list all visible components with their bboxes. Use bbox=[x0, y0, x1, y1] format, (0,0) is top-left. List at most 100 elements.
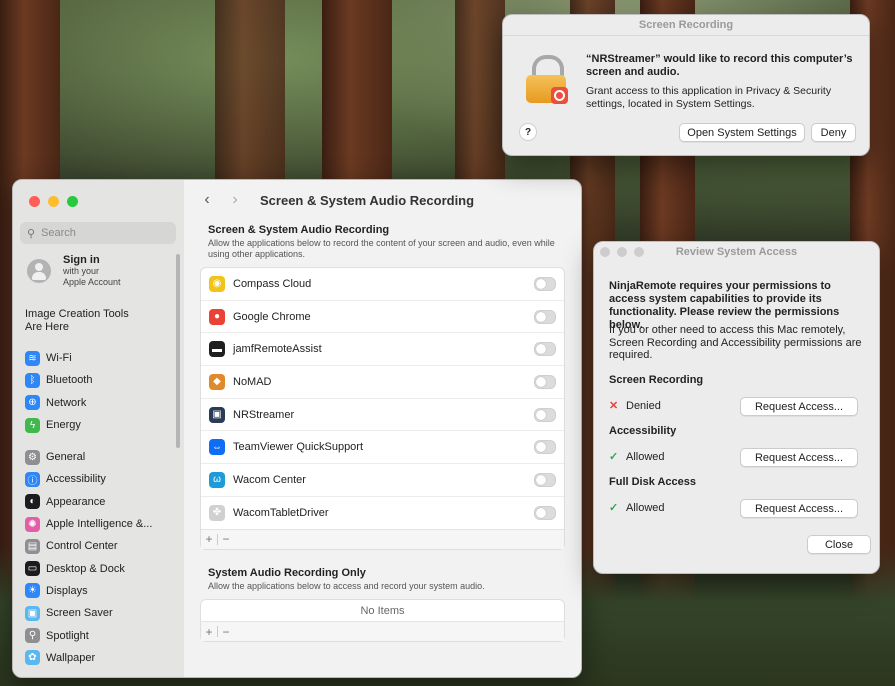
sidebar-item-displays[interactable]: ☀ Displays bbox=[25, 580, 152, 602]
review-title: Review System Access bbox=[675, 246, 798, 258]
chrome-icon: ● bbox=[209, 308, 225, 325]
list-item: ◆ NoMAD bbox=[201, 366, 564, 399]
sidebar-item-label: Apple Intelligence &... bbox=[46, 518, 153, 531]
app-name: NoMAD bbox=[233, 375, 272, 388]
help-button[interactable]: ? bbox=[519, 123, 537, 141]
remove-app-button[interactable]: − bbox=[218, 532, 234, 546]
sidebar-item-label: Control Center bbox=[46, 540, 118, 553]
bluetooth-icon: ᛒ bbox=[25, 372, 40, 388]
permission-status: ✓ Allowed bbox=[609, 450, 665, 464]
sidebar-item-appearance[interactable]: ◐ Appearance bbox=[25, 491, 152, 513]
sidebar-scrollbar[interactable] bbox=[176, 254, 180, 448]
deny-button[interactable]: Deny bbox=[811, 123, 856, 142]
app-name: Compass Cloud bbox=[233, 277, 312, 290]
nrstreamer-icon: ▣ bbox=[209, 406, 225, 423]
sidebar-item-general[interactable]: ⚙ General bbox=[25, 446, 152, 468]
sidebar-item-accessibility[interactable]: ⓘ Accessibility bbox=[25, 468, 152, 490]
permission-toggle[interactable] bbox=[534, 374, 556, 389]
close-button[interactable]: Close bbox=[807, 535, 871, 554]
sidebar-item-desktop-dock[interactable]: ▭ Desktop & Dock bbox=[25, 557, 152, 579]
permission-status-label: Allowed bbox=[626, 501, 665, 514]
sidebar-item-wi-fi[interactable]: ≋ Wi-Fi bbox=[25, 347, 92, 369]
permission-toggle[interactable] bbox=[534, 407, 556, 422]
sidebar-item-label: Displays bbox=[46, 584, 88, 597]
permission-status-label: Denied bbox=[626, 399, 661, 412]
sidebar-item-label: Wi-Fi bbox=[46, 352, 72, 365]
permission-toggle[interactable] bbox=[534, 440, 556, 455]
nomad-icon: ◆ bbox=[209, 373, 225, 390]
teamviewer-icon: ⇔ bbox=[209, 439, 225, 456]
list-item: ⇔ TeamViewer QuickSupport bbox=[201, 431, 564, 465]
request-access-button[interactable]: Request Access... bbox=[740, 499, 858, 518]
apple-intelligence-icon: ✺ bbox=[25, 516, 40, 532]
permission-status: ✕ Denied bbox=[609, 399, 661, 413]
displays-icon: ☀ bbox=[25, 583, 40, 599]
sidebar-item-apple-intelligence[interactable]: ✺ Apple Intelligence &... bbox=[25, 513, 152, 535]
sidebar-network-group: ≋ Wi-Fi ᛒ Bluetooth ⊕ Network ϟ Energy bbox=[25, 347, 92, 436]
list-controls: + − bbox=[201, 528, 564, 549]
sidebar-item-spotlight[interactable]: ⚲ Spotlight bbox=[25, 624, 152, 646]
sign-in-line2: Apple Account bbox=[63, 277, 121, 287]
sidebar-item-control-center[interactable]: ▤ Control Center bbox=[25, 535, 152, 557]
alert-title: Screen Recording bbox=[503, 15, 869, 36]
sidebar-item-label: Accessibility bbox=[46, 473, 106, 486]
list-item: ω Wacom Center bbox=[201, 464, 564, 497]
list-item: ✤ WacomTabletDriver bbox=[201, 497, 564, 529]
avatar bbox=[27, 259, 51, 283]
empty-list-label: No Items bbox=[201, 600, 564, 622]
list-item: ▣ NRStreamer bbox=[201, 399, 564, 432]
audio-app-list: No Items + − bbox=[200, 599, 565, 642]
permission-toggle[interactable] bbox=[534, 276, 556, 291]
back-button[interactable]: ‹ bbox=[196, 191, 218, 209]
audio-list-controls: + − bbox=[201, 622, 564, 641]
permission-toggle[interactable] bbox=[534, 342, 556, 357]
list-item: ◉ Compass Cloud bbox=[201, 268, 564, 301]
alert-detail: Grant access to this application in Priv… bbox=[586, 85, 832, 110]
screen-saver-icon: ▣ bbox=[25, 605, 40, 621]
zoom-window-button[interactable] bbox=[67, 196, 78, 207]
control-center-icon: ▤ bbox=[25, 538, 40, 554]
list-item: ● Google Chrome bbox=[201, 301, 564, 334]
sidebar-item-screen-saver[interactable]: ▣ Screen Saver bbox=[25, 602, 152, 624]
gear-icon: ⚙ bbox=[25, 449, 40, 465]
sidebar-item-label: Energy bbox=[46, 419, 81, 432]
request-access-button[interactable]: Request Access... bbox=[740, 448, 858, 467]
sidebar-system-group: ⚙ General ⓘ Accessibility ◐ Appearance ✺ Apple … bbox=[25, 446, 152, 669]
permission-status-label: Allowed bbox=[626, 450, 665, 463]
sidebar-item-label: Spotlight bbox=[46, 629, 89, 642]
sidebar-item-energy[interactable]: ϟ Energy bbox=[25, 414, 92, 436]
globe-icon: ⊕ bbox=[25, 395, 40, 411]
image-tools-banner[interactable]: Image Creation Tools Are Here bbox=[25, 308, 145, 334]
remove-audio-app-button[interactable]: − bbox=[218, 625, 234, 639]
window-controls bbox=[29, 196, 78, 207]
request-access-button[interactable]: Request Access... bbox=[740, 397, 858, 416]
permission-toggle[interactable] bbox=[534, 472, 556, 487]
wacom-icon: ω bbox=[209, 471, 225, 488]
alert-message: “NRStreamer” would like to record this c… bbox=[586, 53, 853, 78]
sidebar-item-label: Network bbox=[46, 396, 87, 409]
search-input[interactable]: ⚲ Search bbox=[20, 222, 176, 244]
section-description-screen-audio: Allow the applications below to record t… bbox=[208, 238, 555, 259]
sidebar-item-wallpaper[interactable]: ✿ Wallpaper bbox=[25, 647, 152, 669]
add-app-button[interactable]: + bbox=[201, 532, 217, 546]
sign-in-item[interactable]: Sign in with your Apple Account bbox=[27, 254, 121, 288]
add-audio-app-button[interactable]: + bbox=[201, 625, 217, 639]
open-system-settings-button[interactable]: Open System Settings bbox=[679, 123, 805, 142]
sidebar-item-network[interactable]: ⊕ Network bbox=[25, 392, 92, 414]
close-window-button[interactable] bbox=[29, 196, 40, 207]
sidebar-item-label: Desktop & Dock bbox=[46, 562, 125, 575]
energy-icon: ϟ bbox=[25, 417, 40, 433]
sidebar-item-bluetooth[interactable]: ᛒ Bluetooth bbox=[25, 369, 92, 391]
sidebar-item-label: Wallpaper bbox=[46, 651, 96, 664]
permission-toggle[interactable] bbox=[534, 505, 556, 520]
minimize-window-button[interactable] bbox=[48, 196, 59, 207]
sign-in-title: Sign in bbox=[63, 254, 100, 266]
terminal-icon: ▬ bbox=[209, 341, 225, 358]
app-name: Wacom Center bbox=[233, 473, 306, 486]
permission-toggle[interactable] bbox=[534, 309, 556, 324]
permission-heading: Screen Recording bbox=[609, 374, 704, 386]
section-description-audio-only: Allow the applications below to access a… bbox=[208, 581, 485, 591]
review-detail: If you or other need to access this Mac … bbox=[609, 324, 862, 361]
sidebar-item-label: Bluetooth bbox=[46, 374, 93, 387]
forward-button[interactable]: › bbox=[224, 191, 246, 209]
